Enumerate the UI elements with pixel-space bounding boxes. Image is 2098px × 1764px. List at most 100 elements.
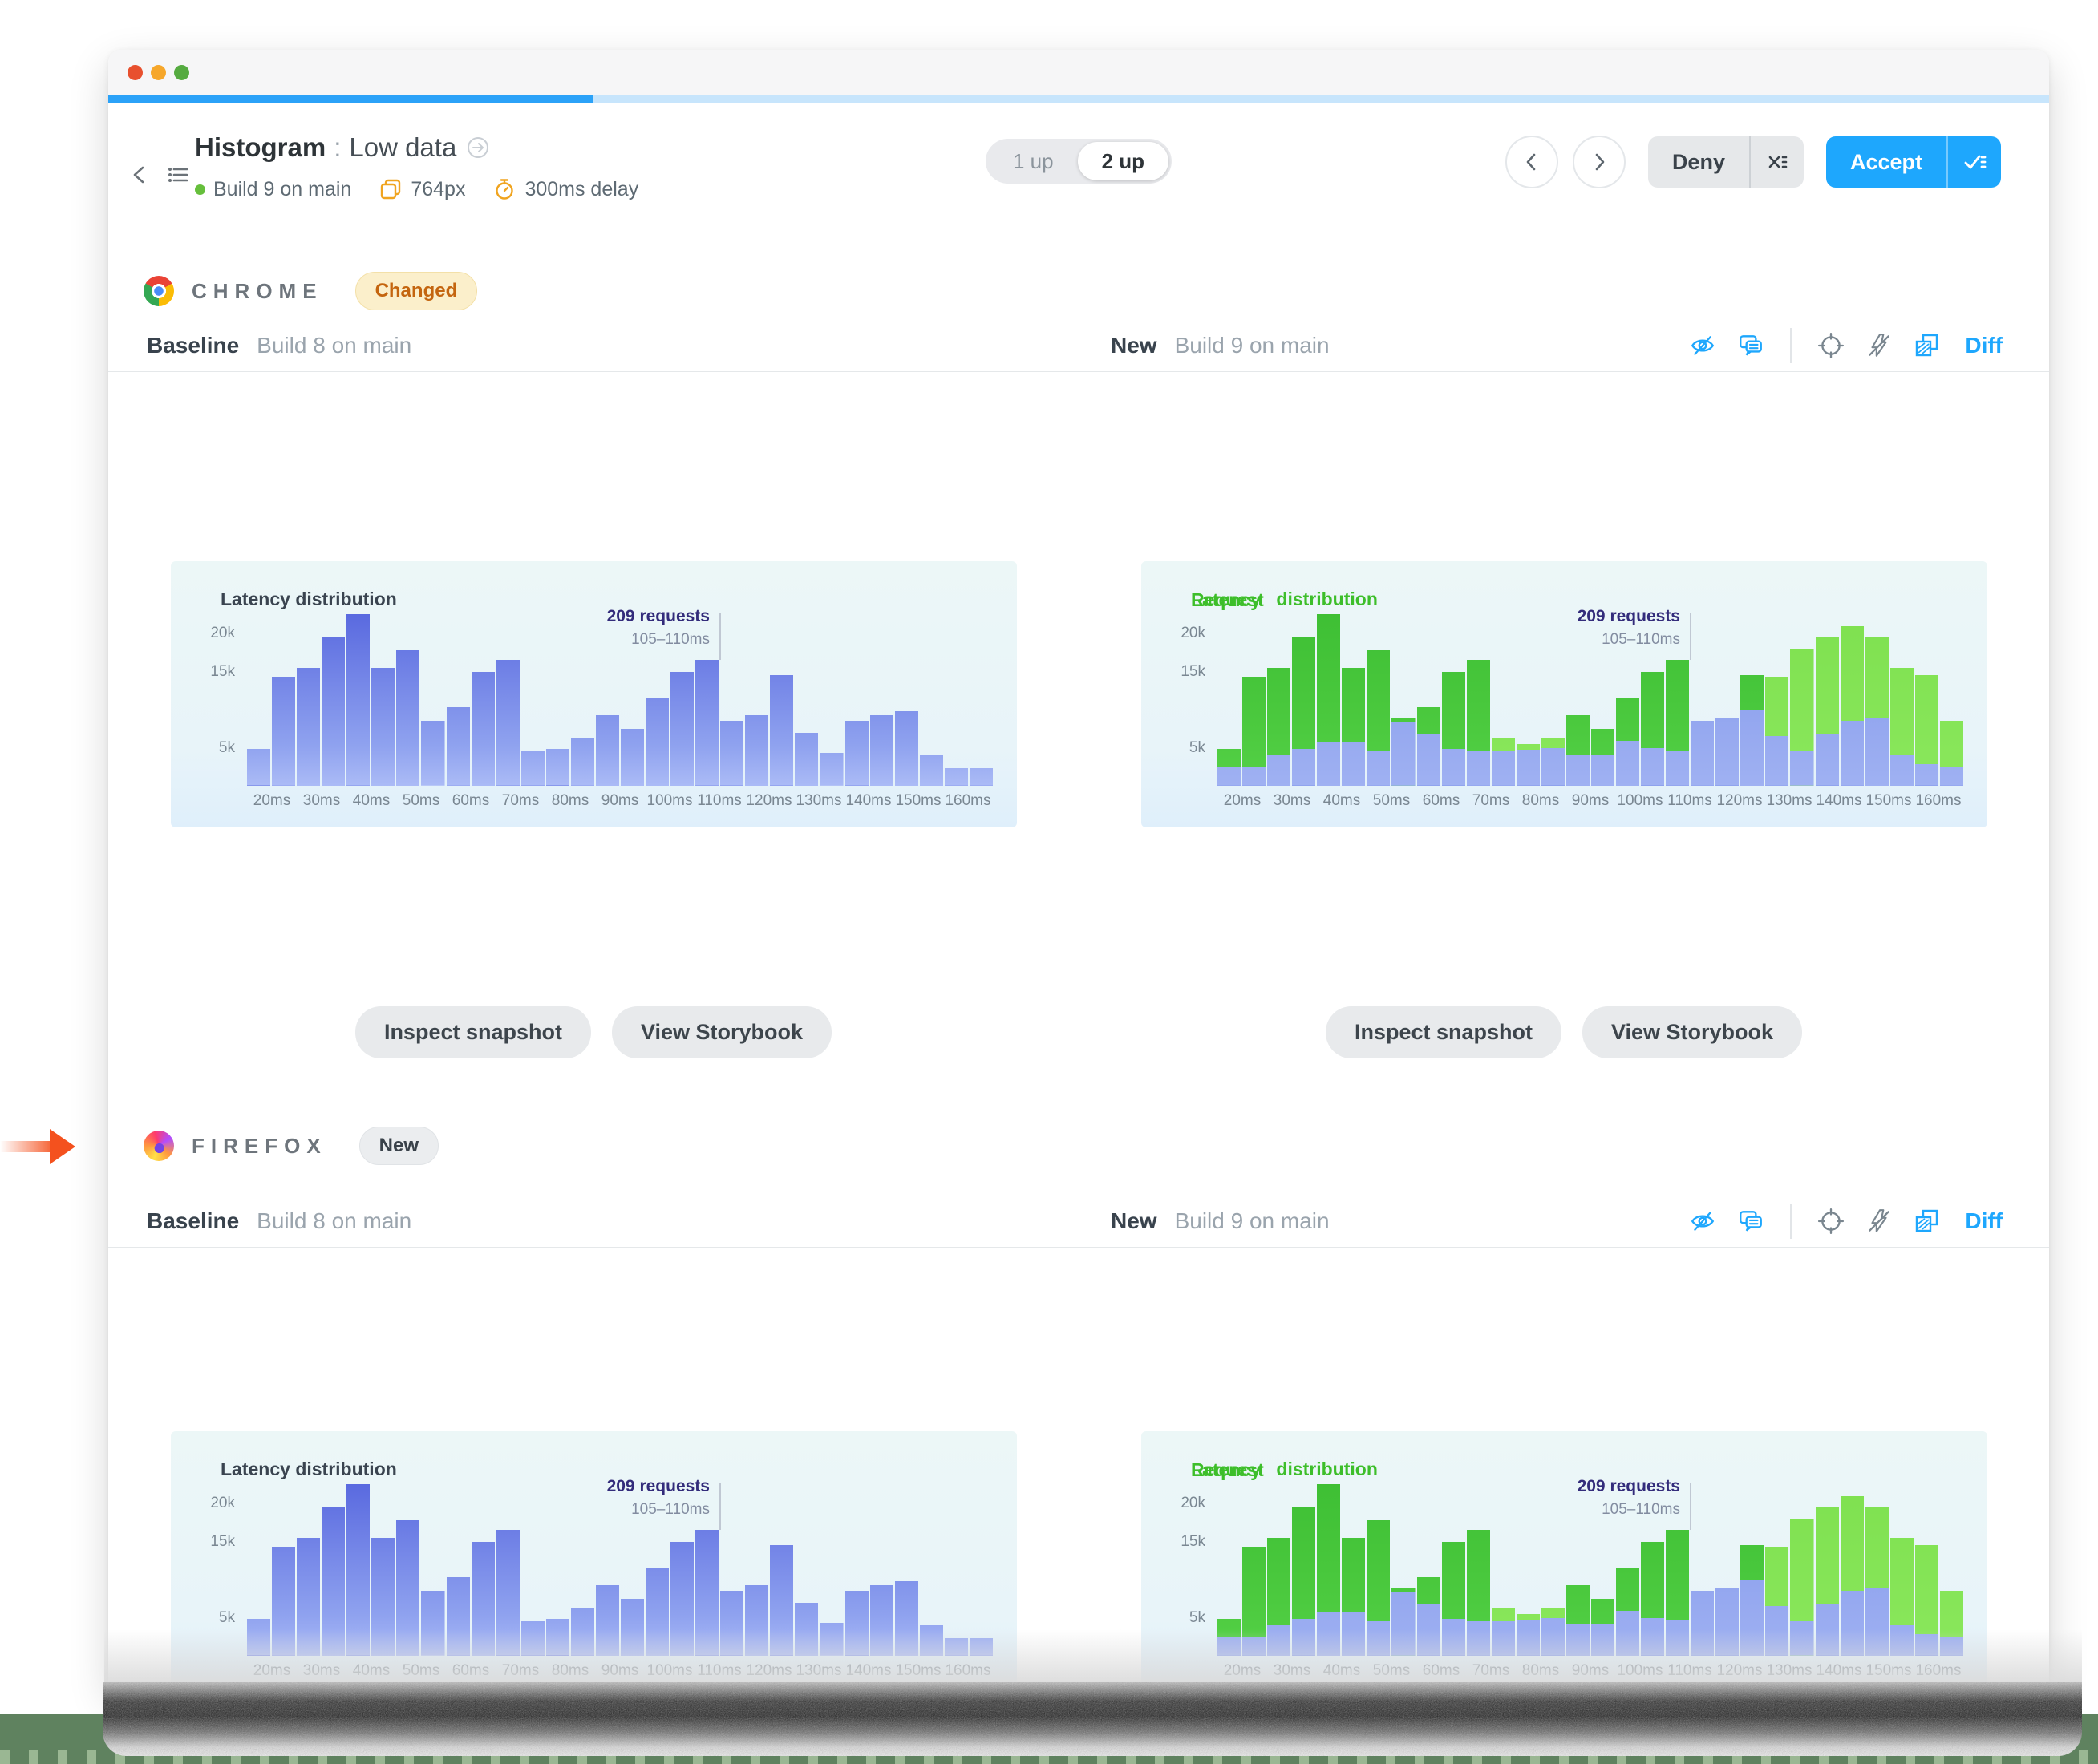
histogram-bar [820, 753, 844, 786]
x-tick-label: 80ms [1521, 792, 1560, 809]
annotation-line [719, 613, 721, 661]
zoom-window-icon[interactable] [174, 65, 189, 80]
histogram-column [247, 603, 271, 786]
histogram-bar [770, 675, 794, 786]
toggle-1up[interactable]: 1 up [989, 142, 1078, 180]
diff-blue-bar [1889, 755, 1914, 786]
diff-label[interactable]: Diff [1965, 333, 2003, 358]
histogram-column [1740, 603, 1764, 786]
histogram-column [1242, 1473, 1266, 1656]
histogram-column [620, 603, 644, 786]
diff-blue-bar [1267, 755, 1291, 786]
histogram-column [1590, 603, 1614, 786]
diff-icon[interactable] [1914, 1208, 1941, 1235]
histogram-column [595, 603, 619, 786]
histogram-bar [421, 721, 445, 786]
diff-label[interactable]: Diff [1965, 1208, 2003, 1234]
inspect-snapshot-button[interactable]: Inspect snapshot [1325, 1006, 1561, 1058]
histogram-column [1416, 1473, 1440, 1656]
histogram-bar [944, 768, 968, 786]
annotation-arrow-right-icon [0, 1129, 77, 1164]
accept-batch-icon[interactable] [1946, 136, 2001, 188]
deny-batch-icon[interactable] [1748, 136, 1804, 188]
inspect-snapshot-button[interactable]: Inspect snapshot [354, 1006, 591, 1058]
histogram-column [944, 603, 968, 786]
toolbar: Histogram : Low data Build 9 on main 764… [108, 103, 2049, 264]
diff-blue-bar [1939, 767, 1963, 786]
diff-blue-bar [1715, 718, 1740, 786]
accept-button[interactable]: Accept [1825, 136, 2001, 188]
diff-icon[interactable] [1914, 332, 1941, 359]
diff-blue-bar [1641, 748, 1665, 786]
prev-change-button[interactable] [1505, 136, 1558, 188]
histogram-column [496, 1473, 520, 1656]
browser-name: FIREFOX [192, 1133, 327, 1158]
histogram-column [844, 603, 869, 786]
comments-icon[interactable] [1737, 1208, 1764, 1235]
histogram-column [670, 1473, 695, 1656]
open-story-icon[interactable] [464, 134, 492, 161]
toggle-2up[interactable]: 2 up [1077, 142, 1169, 180]
histogram-column [1840, 603, 1864, 786]
focus-icon[interactable] [1817, 1208, 1845, 1235]
y-tick-label: 5k [1189, 1608, 1205, 1626]
hide-baseline-icon[interactable] [1689, 1208, 1716, 1235]
browser-row-firefox: FIREFOX New [108, 1118, 2049, 1174]
y-tick-label: 20k [1181, 1495, 1205, 1511]
x-tick-label: 160ms [945, 792, 991, 809]
view-storybook-button[interactable]: View Storybook [611, 1006, 832, 1058]
highlight-off-icon[interactable] [1865, 332, 1893, 359]
x-tick-label: 40ms [1322, 792, 1361, 809]
histogram-column [1616, 603, 1640, 786]
new-label: New [1111, 1208, 1157, 1233]
hide-baseline-icon[interactable] [1689, 332, 1716, 359]
x-tick-label: 60ms [452, 792, 490, 809]
histogram-column [1765, 603, 1789, 786]
next-change-button[interactable] [1572, 136, 1626, 188]
story-name: Low data [349, 132, 457, 162]
histogram-column [1342, 603, 1366, 786]
bottom-fade [104, 1629, 2082, 1687]
histogram-column [1740, 1473, 1764, 1656]
histogram-column [944, 1473, 968, 1656]
histogram-column [520, 603, 545, 786]
focus-icon[interactable] [1817, 332, 1845, 359]
histogram-column [1914, 603, 1938, 786]
compare-header-chrome: Baseline Build 8 on main New Build 9 on … [108, 319, 2049, 372]
viewport-size: 764px [379, 177, 465, 201]
view-mode-toggle: 1 up 2 up [985, 139, 1173, 184]
story-list-icon[interactable] [164, 161, 192, 188]
diff-blue-bar [1516, 750, 1540, 786]
close-window-icon[interactable] [128, 65, 143, 80]
histogram-column [570, 1473, 594, 1656]
histogram-column [421, 603, 445, 786]
baseline-label: Baseline [147, 1208, 240, 1233]
highlight-off-icon[interactable] [1865, 1208, 1893, 1235]
histogram-column [1641, 1473, 1665, 1656]
back-icon[interactable] [126, 161, 153, 188]
diff-blue-bar [1840, 721, 1864, 786]
divider [1790, 327, 1792, 363]
histogram-column [1516, 1473, 1540, 1656]
histogram-column [820, 1473, 844, 1656]
minimize-window-icon[interactable] [151, 65, 166, 80]
status-badge: New [358, 1127, 439, 1165]
diff-blue-bar [1666, 751, 1690, 786]
deny-button[interactable]: Deny [1647, 136, 1804, 188]
histogram-column [1367, 1473, 1391, 1656]
histogram-column [770, 603, 794, 786]
y-tick-label: 20k [1181, 625, 1205, 641]
latency-chart-baseline-chrome: Latency distribution 5k 15k 20k 209 requests… [171, 561, 1017, 827]
histogram-column [396, 1473, 420, 1656]
view-storybook-button[interactable]: View Storybook [1582, 1006, 1803, 1058]
delay-setting: 300ms delay [492, 177, 638, 201]
annotation-label: 209 requests [606, 1477, 710, 1496]
x-tick-label: 120ms [1716, 792, 1763, 809]
comments-icon[interactable] [1737, 332, 1764, 359]
histogram-bar [496, 660, 520, 786]
compare-header-firefox: Baseline Build 8 on main New Build 9 on … [108, 1195, 2049, 1248]
histogram-column [446, 603, 470, 786]
diff-blue-bar [1541, 748, 1565, 786]
histogram-column [795, 603, 819, 786]
histogram-column [471, 603, 495, 786]
